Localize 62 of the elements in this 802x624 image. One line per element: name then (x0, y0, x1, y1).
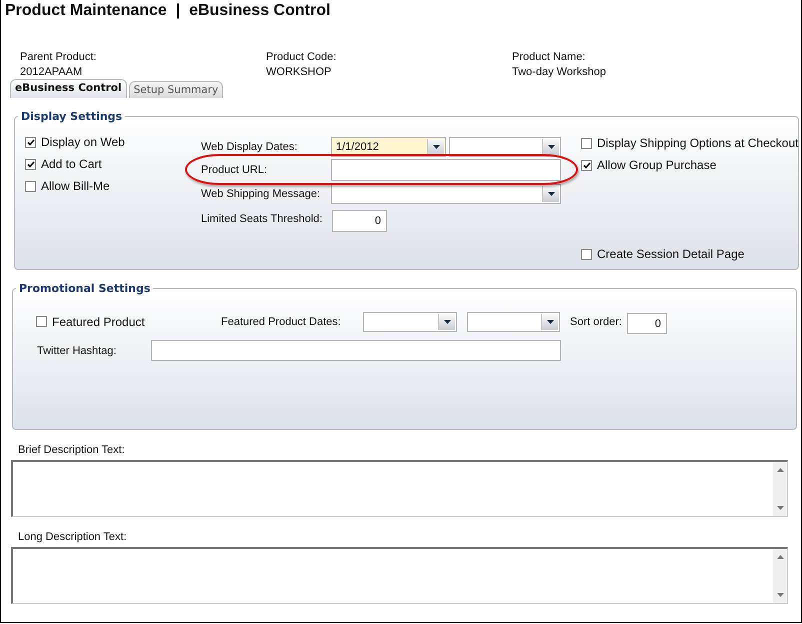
page-title: Product Maintenance | eBusiness Control (5, 2, 330, 20)
checkbox[interactable] (581, 138, 592, 148)
scrollbar[interactable] (773, 549, 787, 603)
dropdown-button[interactable] (541, 314, 558, 330)
text-area[interactable] (11, 460, 788, 517)
checkbox[interactable] (581, 160, 592, 170)
caret-icon (432, 144, 440, 148)
checkmark-icon (26, 160, 34, 168)
checkbox[interactable] (36, 316, 47, 327)
caret-icon (548, 192, 554, 196)
field-label: Product Code: (266, 51, 336, 63)
field-label: Brief Description Text: (18, 444, 125, 456)
url-field[interactable] (331, 159, 561, 181)
field-label: Parent Product: (20, 51, 96, 63)
checkbox-label: Add to Cart (41, 157, 102, 171)
checkbox[interactable] (25, 158, 36, 170)
scroll-up-icon[interactable] (776, 555, 784, 559)
field-label: Product URL: (201, 164, 268, 176)
field-value: Two-day Workshop (512, 66, 606, 78)
checkbox-label: Featured Product (52, 314, 145, 328)
field-label: Limited Seats Threshold: (201, 213, 324, 225)
tab[interactable]: eBusiness Control (10, 79, 127, 98)
section-title: Display Settings (20, 110, 124, 123)
text-field[interactable] (151, 340, 561, 361)
dropdown-button[interactable] (542, 138, 559, 154)
dropdown[interactable] (449, 136, 561, 156)
checkbox-label: Create Session Detail Page (597, 247, 744, 261)
checkmark-icon (582, 162, 590, 168)
dropdown[interactable] (331, 184, 561, 204)
scroll-down-icon[interactable] (776, 506, 784, 510)
checkbox[interactable] (25, 180, 36, 192)
caret-icon (548, 144, 554, 148)
text-area[interactable] (11, 547, 788, 604)
dropdown[interactable]: 1/1/2012 (331, 136, 446, 156)
checkbox-label: Display on Web (41, 135, 125, 149)
field-value: 2012APAAM (20, 66, 82, 78)
field-label: Long Description Text: (18, 531, 127, 543)
field-label: Web Shipping Message: (201, 188, 322, 200)
caret-icon (546, 320, 554, 324)
dropdown-button[interactable] (427, 138, 444, 154)
checkbox-label: Allow Group Purchase (597, 158, 716, 172)
tab[interactable]: Setup Summary (128, 81, 224, 98)
field-value: WORKSHOP (266, 66, 332, 78)
dropdown-button[interactable] (438, 314, 455, 330)
checkbox[interactable] (25, 136, 36, 148)
number-field[interactable]: 0 (626, 313, 667, 334)
scrollbar[interactable] (773, 462, 787, 516)
scroll-down-icon[interactable] (776, 593, 784, 597)
field-label: Web Display Dates: (201, 140, 298, 152)
field-label: Sort order: (570, 316, 622, 328)
checkbox-label: Display Shipping Options at Checkout (597, 136, 798, 150)
field-label: Product Name: (512, 51, 586, 63)
checkbox[interactable] (581, 248, 592, 260)
field-label: Featured Product Dates: (221, 316, 342, 328)
section-title: Promotional Settings (18, 282, 152, 295)
scroll-up-icon[interactable] (776, 468, 784, 472)
number-field[interactable]: 0 (332, 210, 387, 232)
checkbox-label: Allow Bill-Me (41, 179, 110, 193)
caret-icon (444, 320, 450, 324)
dropdown-button[interactable] (542, 186, 559, 202)
field-label: Twitter Hashtag: (37, 344, 118, 356)
checkmark-icon (26, 138, 34, 146)
